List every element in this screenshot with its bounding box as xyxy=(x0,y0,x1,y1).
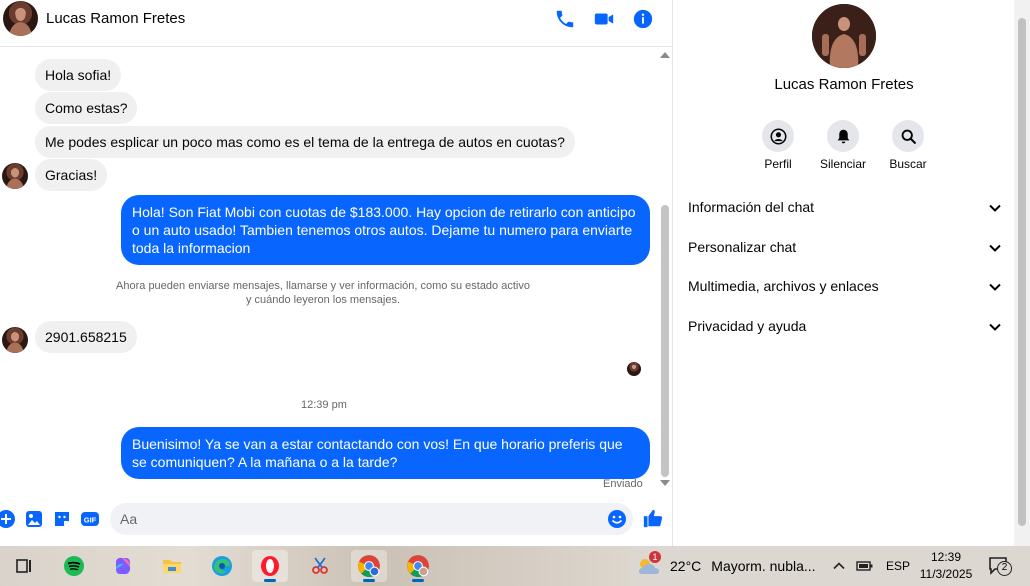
profile-label: Perfil xyxy=(764,157,792,171)
search-label: Buscar xyxy=(889,157,927,171)
system-tray: ESP xyxy=(832,554,910,578)
taskbar: 1 22°C Mayorm. nubla... ESP 12:39 11/3/2… xyxy=(0,546,1030,586)
contact-name[interactable]: Lucas Ramon Fretes xyxy=(46,10,185,27)
edge-icon[interactable] xyxy=(204,550,240,582)
weather-widget[interactable]: 1 22°C Mayorm. nubla... xyxy=(636,551,816,578)
clock-date: 11/3/2025 xyxy=(919,567,973,581)
mute-label: Silenciar xyxy=(819,157,867,171)
message-list: Hola sofia! Como estas? Me podes esplica… xyxy=(0,48,658,496)
message-bubble-incoming[interactable]: Gracias! xyxy=(35,159,108,191)
message-bubble-incoming[interactable]: Me podes esplicar un poco mas como es el… xyxy=(35,126,575,158)
message-bubble-incoming[interactable]: Hola sofia! xyxy=(35,59,122,91)
mute-button[interactable]: Silenciar xyxy=(813,120,873,171)
opera-icon[interactable] xyxy=(252,550,288,582)
message-input-box[interactable] xyxy=(110,503,633,535)
file-explorer-icon[interactable] xyxy=(154,550,190,582)
weather-temperature: 22°C xyxy=(670,558,702,574)
spotify-icon[interactable] xyxy=(56,550,92,582)
cloud-sun-icon: 1 xyxy=(636,551,662,577)
section-label: Personalizar chat xyxy=(688,239,797,255)
chat-header: Lucas Ramon Fretes xyxy=(0,0,673,47)
emoji-icon[interactable] xyxy=(607,509,627,529)
section-label: Privacidad y ayuda xyxy=(688,318,807,334)
weather-condition: Mayorm. nubla... xyxy=(711,558,816,574)
svg-text:GIF: GIF xyxy=(84,516,97,525)
chevron-up-icon[interactable] xyxy=(832,559,846,573)
task-view-icon[interactable] xyxy=(6,550,42,582)
section-privacy-help[interactable]: Privacidad y ayuda xyxy=(688,318,1002,342)
chat-panel: Lucas Ramon Fretes Hola sofia! Como esta… xyxy=(0,0,673,546)
snipping-tool-icon[interactable] xyxy=(302,550,338,582)
weather-alert-badge: 1 xyxy=(649,551,661,563)
chat-scroll-thumb[interactable] xyxy=(661,205,669,477)
composer: GIF xyxy=(0,496,673,546)
sender-avatar[interactable] xyxy=(2,327,28,353)
section-label: Información del chat xyxy=(688,199,815,215)
scroll-up-arrow-icon[interactable] xyxy=(660,52,670,58)
language-indicator[interactable]: ESP xyxy=(886,559,910,573)
message-input[interactable] xyxy=(120,503,600,535)
active-app-indicator xyxy=(412,579,424,582)
copilot-icon[interactable] xyxy=(105,550,141,582)
video-call-icon[interactable] xyxy=(593,8,615,30)
page-scroll-thumb[interactable] xyxy=(1018,18,1026,526)
message-bubble-outgoing[interactable]: Buenisimo! Ya se van a estar contactando… xyxy=(121,427,650,479)
gif-icon[interactable]: GIF xyxy=(80,509,100,529)
plus-icon[interactable] xyxy=(0,509,16,529)
profile-name: Lucas Ramon Fretes xyxy=(774,76,914,93)
chevron-down-icon xyxy=(988,241,1002,255)
chrome-profile-icon[interactable] xyxy=(400,550,436,582)
message-timestamp: 12:39 pm xyxy=(301,399,347,411)
profile-button[interactable]: Perfil xyxy=(748,120,808,171)
message-status: Enviado xyxy=(603,478,643,490)
info-icon[interactable] xyxy=(632,8,654,30)
notification-count-badge: 2 xyxy=(997,561,1012,576)
message-bubble-outgoing[interactable]: Hola! Son Fiat Mobi con cuotas de $183.0… xyxy=(121,195,650,265)
battery-icon[interactable] xyxy=(856,559,874,573)
search-icon[interactable] xyxy=(892,120,924,152)
privacy-notice-line: y cuándo leyeron los mensajes. xyxy=(245,294,401,306)
clock-time: 12:39 xyxy=(930,550,962,564)
chevron-down-icon xyxy=(988,320,1002,334)
section-media-files-links[interactable]: Multimedia, archivos y enlaces xyxy=(688,278,1002,302)
bell-icon[interactable] xyxy=(827,120,859,152)
section-chat-info[interactable]: Información del chat xyxy=(688,199,1002,223)
privacy-notice-line: Ahora pueden enviarse mensajes, llamarse… xyxy=(116,280,530,292)
phone-call-icon[interactable] xyxy=(554,8,576,30)
chevron-down-icon xyxy=(988,280,1002,294)
chrome-icon[interactable] xyxy=(351,550,387,582)
chat-info-panel: Lucas Ramon Fretes Perfil Silenciar Busc… xyxy=(674,0,1014,546)
scroll-down-arrow-icon[interactable] xyxy=(660,480,670,486)
privacy-notice: Ahora pueden enviarse mensajes, llamarse… xyxy=(108,279,538,307)
like-icon[interactable] xyxy=(642,507,664,529)
chevron-down-icon xyxy=(988,201,1002,215)
photo-icon[interactable] xyxy=(24,509,44,529)
contact-avatar[interactable] xyxy=(3,1,38,36)
profile-avatar[interactable] xyxy=(812,4,876,68)
active-app-indicator xyxy=(363,579,375,582)
read-receipt-avatar xyxy=(627,362,641,376)
profile-icon[interactable] xyxy=(762,120,794,152)
notification-center[interactable]: 2 xyxy=(986,554,1014,578)
sender-avatar[interactable] xyxy=(2,163,28,189)
section-customize-chat[interactable]: Personalizar chat xyxy=(688,239,1002,263)
active-app-indicator xyxy=(264,579,276,582)
message-bubble-incoming[interactable]: 2901.658215 xyxy=(35,321,137,353)
clock[interactable]: 12:39 11/3/2025 xyxy=(916,549,976,583)
section-label: Multimedia, archivos y enlaces xyxy=(688,278,879,294)
message-bubble-incoming[interactable]: Como estas? xyxy=(35,92,138,124)
search-button[interactable]: Buscar xyxy=(878,120,938,171)
sticker-icon[interactable] xyxy=(52,509,72,529)
